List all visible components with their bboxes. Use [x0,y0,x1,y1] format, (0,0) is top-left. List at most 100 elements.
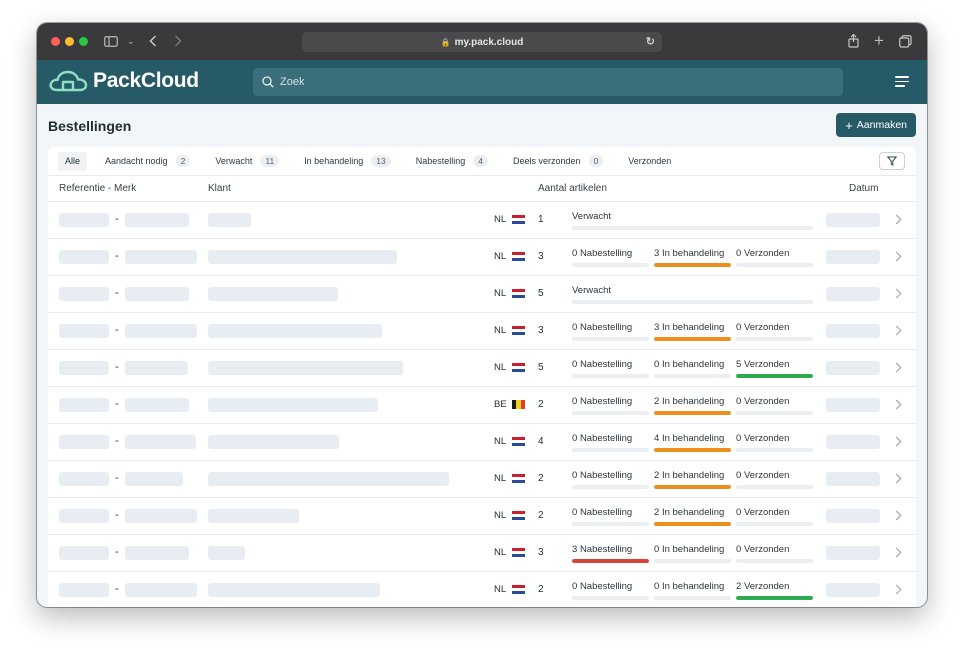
brand-placeholder [125,250,197,264]
status-shipped-label: Verzonden [743,433,790,444]
status-shipped: 0 Verzonden [736,433,789,444]
article-count: 3 [538,547,544,558]
filter-button[interactable] [879,152,905,170]
status-expected: Verwacht [572,211,612,222]
table-row[interactable]: - NL 4 0 Nabestelling 4 In behandeling 0 Verz… [48,424,916,461]
status-processing-bar [654,596,731,600]
tab-5[interactable]: Deels verzonden 0 [506,152,610,171]
table-row[interactable]: - NL 2 0 Nabestelling 0 In behandeling 2 Verz… [48,572,916,607]
article-count: 5 [538,362,544,373]
status-backorder-bar [572,374,649,378]
app-header: PackCloud [37,60,927,104]
chevron-right-icon[interactable] [895,361,902,376]
status-backorder: 0 Nabestelling [572,581,632,592]
status-processing-count: 0 [654,359,660,370]
chevron-right-icon[interactable] [895,546,902,561]
reload-icon[interactable]: ↻ [646,35,655,48]
separator-dash: - [115,250,119,262]
tab-2[interactable]: Verwacht 11 [208,152,286,171]
menu-icon[interactable] [895,76,909,90]
table-row[interactable]: - NL 5 0 Nabestelling 0 In behandeling 5 Verz… [48,350,916,387]
chevron-right-icon[interactable] [895,583,902,598]
chevron-right-icon[interactable] [895,324,902,339]
table-row[interactable]: - NL 3 0 Nabestelling 3 In behandeling 0 Verz… [48,239,916,276]
chevron-down-icon[interactable]: ⌄ [127,32,135,50]
tab-label: Verzonden [628,156,672,166]
status-processing-label: In behandeling [661,359,725,370]
status-shipped-count: 0 [736,507,742,518]
create-button-label: Aanmaken [856,119,907,131]
tab-3[interactable]: In behandeling 13 [297,152,398,171]
browser-toolbar: ⌄ 🔒 my.pack.cloud ↻ + [37,23,927,60]
chevron-right-icon[interactable] [895,287,902,302]
column-articles[interactable]: Aantal artikelen [538,183,607,194]
status-progress-bar [572,300,813,304]
reference-placeholder [59,324,109,338]
client-placeholder [208,287,338,301]
status-shipped-bar [736,559,813,563]
chevron-right-icon[interactable] [895,472,902,487]
status-processing-label: In behandeling [661,507,725,518]
status-processing-count: 3 [654,322,660,333]
search-bar[interactable] [253,68,843,96]
date-placeholder [826,361,880,375]
search-input[interactable] [280,76,800,88]
table-row[interactable]: - NL 3 3 Nabestelling 0 In behandeling 0 Verz… [48,535,916,572]
article-count: 3 [538,325,544,336]
table-row[interactable]: - NL 2 0 Nabestelling 2 In behandeling 0 Verz… [48,461,916,498]
status-tabs: Alle Aandacht nodig 2 Verwacht 11 In behandel… [48,147,916,176]
table-row[interactable]: - NL 1 Verwacht [48,202,916,239]
status-backorder-label: Nabestelling [579,359,633,370]
chevron-right-icon[interactable] [895,250,902,265]
client-placeholder [208,398,378,412]
date-placeholder [826,472,880,486]
create-order-button[interactable]: + Aanmaken [836,113,916,137]
table-row[interactable]: - NL 3 0 Nabestelling 3 In behandeling 0 Verz… [48,313,916,350]
search-icon [262,76,274,88]
column-date[interactable]: Datum [849,183,878,194]
tab-0[interactable]: Alle [58,151,88,171]
tab-label: Deels verzonden [512,156,581,166]
chevron-right-icon[interactable] [895,435,902,450]
tab-4[interactable]: Nabestelling 4 [409,152,495,171]
chevron-right-icon[interactable] [895,213,902,228]
tab-1[interactable]: Aandacht nodig 2 [98,152,197,171]
table-row[interactable]: - NL 2 0 Nabestelling 2 In behandeling 0 Verz… [48,498,916,535]
status-processing-label: In behandeling [661,470,725,481]
address-bar[interactable]: 🔒 my.pack.cloud ↻ [302,32,662,52]
table-header: Referentie - Merk Klant Aantal artikelen… [48,176,916,202]
column-reference[interactable]: Referentie - Merk [59,183,136,194]
sidebar-toggle-icon[interactable] [104,32,118,50]
status-shipped-label: Verzonden [743,544,790,555]
separator-dash: - [115,472,119,484]
share-icon[interactable] [848,32,859,50]
netherlands-flag-icon [512,252,525,261]
cloud-logo-icon [49,70,88,92]
back-icon[interactable] [149,32,157,50]
new-tab-icon[interactable]: + [874,31,884,50]
tab-count-badge: 13 [371,155,391,167]
country-code: NL [494,251,507,262]
column-client[interactable]: Klant [208,183,231,194]
forward-icon[interactable] [174,32,182,50]
client-placeholder [208,213,251,227]
table-row[interactable]: - NL 5 Verwacht [48,276,916,313]
status-shipped: 0 Verzonden [736,544,789,555]
separator-dash: - [115,213,119,225]
tab-overview-icon[interactable] [899,32,912,50]
status-shipped-bar [736,263,813,267]
status-shipped-count: 5 [736,359,742,370]
status-backorder-label: Nabestelling [579,248,633,259]
close-window-button[interactable] [51,37,60,46]
brand-placeholder [125,287,189,301]
chevron-right-icon[interactable] [895,398,902,413]
table-row[interactable]: - BE 2 0 Nabestelling 2 In behandeling 0 Verz… [48,387,916,424]
chevron-right-icon[interactable] [895,509,902,524]
minimize-window-button[interactable] [65,37,74,46]
status-processing-count: 4 [654,433,660,444]
packcloud-logo[interactable]: PackCloud [48,69,199,93]
zoom-window-button[interactable] [79,37,88,46]
status-processing: 2 In behandeling [654,507,724,518]
tab-6[interactable]: Verzonden [621,152,678,171]
client-placeholder [208,324,382,338]
